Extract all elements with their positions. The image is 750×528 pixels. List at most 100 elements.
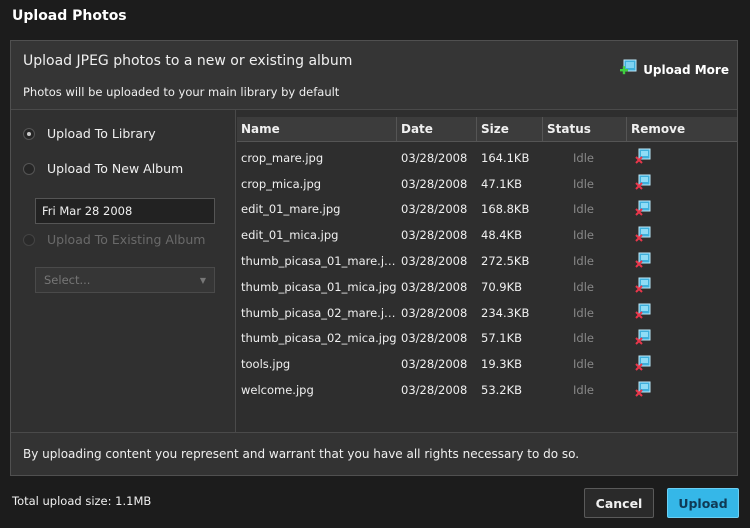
file-name: crop_mica.jpg [241,176,322,191]
header-sub-text: Photos will be uploaded to your main lib… [23,85,340,99]
add-photo-icon [619,59,643,80]
file-status: Idle [573,331,594,346]
file-status: Idle [573,305,594,320]
file-status: Idle [573,202,594,217]
remove-cell [627,277,737,296]
file-name: crop_mare.jpg [241,150,324,165]
library-radio[interactable] [23,127,35,140]
file-status: Idle [573,383,594,398]
table-body: crop_mare.jpg 03/28/2008 164.1KB Idle cr… [237,145,737,403]
remove-photo-icon[interactable] [635,355,651,374]
file-size: 70.9KB [481,279,523,294]
table-row[interactable]: thumb_picasa_01_mare.jpg 03/28/2008 272.… [237,248,737,274]
upload-options-pane: Upload To Library Upload To New Album Up… [11,110,236,432]
table-row[interactable]: thumb_picasa_02_mica.jpg 03/28/2008 57.1… [237,326,737,352]
remove-photo-icon[interactable] [635,200,651,219]
upload-header: Upload JPEG photos to a new or existing … [11,41,737,110]
existing-album-radio [23,233,35,246]
new-album-label: Upload To New Album [47,161,184,176]
file-date: 03/28/2008 [401,228,468,243]
file-size: 272.5KB [481,254,530,269]
file-date: 03/28/2008 [401,254,468,269]
new-album-radio[interactable] [23,162,35,175]
table-row[interactable]: tools.jpg 03/28/2008 19.3KB Idle [237,351,737,377]
remove-cell [627,355,737,374]
upload-more-label: Upload More [643,62,729,77]
column-header-status[interactable]: Status [543,117,627,141]
remove-cell [627,303,737,322]
file-table: Name Date Size Status Remove crop_mare.j… [237,117,737,432]
total-upload-size: Total upload size: 1.1MB [12,494,152,508]
remove-cell [627,329,737,348]
table-row[interactable]: thumb_picasa_01_mica.jpg 03/28/2008 70.9… [237,274,737,300]
upload-to-new-album-option[interactable]: Upload To New Album [23,161,183,176]
table-row[interactable]: crop_mare.jpg 03/28/2008 164.1KB Idle [237,145,737,171]
file-status: Idle [573,254,594,269]
remove-photo-icon[interactable] [635,381,651,400]
file-name: thumb_picasa_01_mare.jpg [241,254,397,269]
file-date: 03/28/2008 [401,305,468,320]
remove-photo-icon[interactable] [635,226,651,245]
upload-to-library-option[interactable]: Upload To Library [23,126,156,141]
file-date: 03/28/2008 [401,331,468,346]
remove-photo-icon[interactable] [635,303,651,322]
file-name: tools.jpg [241,357,291,372]
remove-cell [627,252,737,271]
file-name: thumb_picasa_02_mare.jpg [241,305,397,320]
file-date: 03/28/2008 [401,150,468,165]
file-name: edit_01_mare.jpg [241,202,341,217]
column-header-size[interactable]: Size [477,117,543,141]
remove-photo-icon[interactable] [635,174,651,193]
library-label: Upload To Library [47,126,156,141]
remove-photo-icon[interactable] [635,252,651,271]
file-size: 57.1KB [481,331,523,346]
file-date: 03/28/2008 [401,202,468,217]
file-size: 168.8KB [481,202,530,217]
file-status: Idle [573,357,594,372]
chevron-down-icon: ▼ [199,275,206,285]
file-status: Idle [573,228,594,243]
file-date: 03/28/2008 [401,357,468,372]
file-status: Idle [573,279,594,294]
table-row[interactable]: edit_01_mare.jpg 03/28/2008 168.8KB Idle [237,197,737,223]
dialog-title: Upload Photos [12,8,127,24]
existing-album-select: Select... ▼ [35,267,215,293]
file-status: Idle [573,176,594,191]
table-header: Name Date Size Status Remove [237,117,737,142]
remove-cell [627,148,737,167]
remove-cell [627,226,737,245]
file-size: 47.1KB [481,176,523,191]
rights-notice: By uploading content you represent and w… [11,432,737,475]
file-status: Idle [573,150,594,165]
table-row[interactable]: thumb_picasa_02_mare.jpg 03/28/2008 234.… [237,300,737,326]
file-size: 19.3KB [481,357,523,372]
file-size: 164.1KB [481,150,530,165]
upload-button[interactable]: Upload [667,488,739,518]
file-date: 03/28/2008 [401,176,468,191]
file-name: thumb_picasa_02_mica.jpg [241,331,397,346]
upload-to-existing-album-option: Upload To Existing Album [23,232,205,247]
select-placeholder: Select... [44,273,91,287]
file-size: 53.2KB [481,383,523,398]
table-row[interactable]: welcome.jpg 03/28/2008 53.2KB Idle [237,377,737,403]
file-size: 234.3KB [481,305,530,320]
table-row[interactable]: crop_mica.jpg 03/28/2008 47.1KB Idle [237,171,737,197]
remove-cell [627,381,737,400]
remove-cell [627,174,737,193]
cancel-button[interactable]: Cancel [584,488,654,518]
column-header-remove: Remove [631,122,686,136]
file-name: edit_01_mica.jpg [241,228,339,243]
remove-photo-icon[interactable] [635,148,651,167]
file-date: 03/28/2008 [401,279,468,294]
upload-panel: Upload JPEG photos to a new or existing … [10,40,738,476]
column-header-name[interactable]: Name [237,117,397,141]
remove-photo-icon[interactable] [635,277,651,296]
header-main-text: Upload JPEG photos to a new or existing … [23,53,353,69]
file-date: 03/28/2008 [401,383,468,398]
remove-cell [627,200,737,219]
upload-more-button[interactable]: Upload More [619,59,729,80]
column-header-date[interactable]: Date [397,117,477,141]
remove-photo-icon[interactable] [635,329,651,348]
new-album-name-input[interactable] [35,198,215,224]
table-row[interactable]: edit_01_mica.jpg 03/28/2008 48.4KB Idle [237,222,737,248]
